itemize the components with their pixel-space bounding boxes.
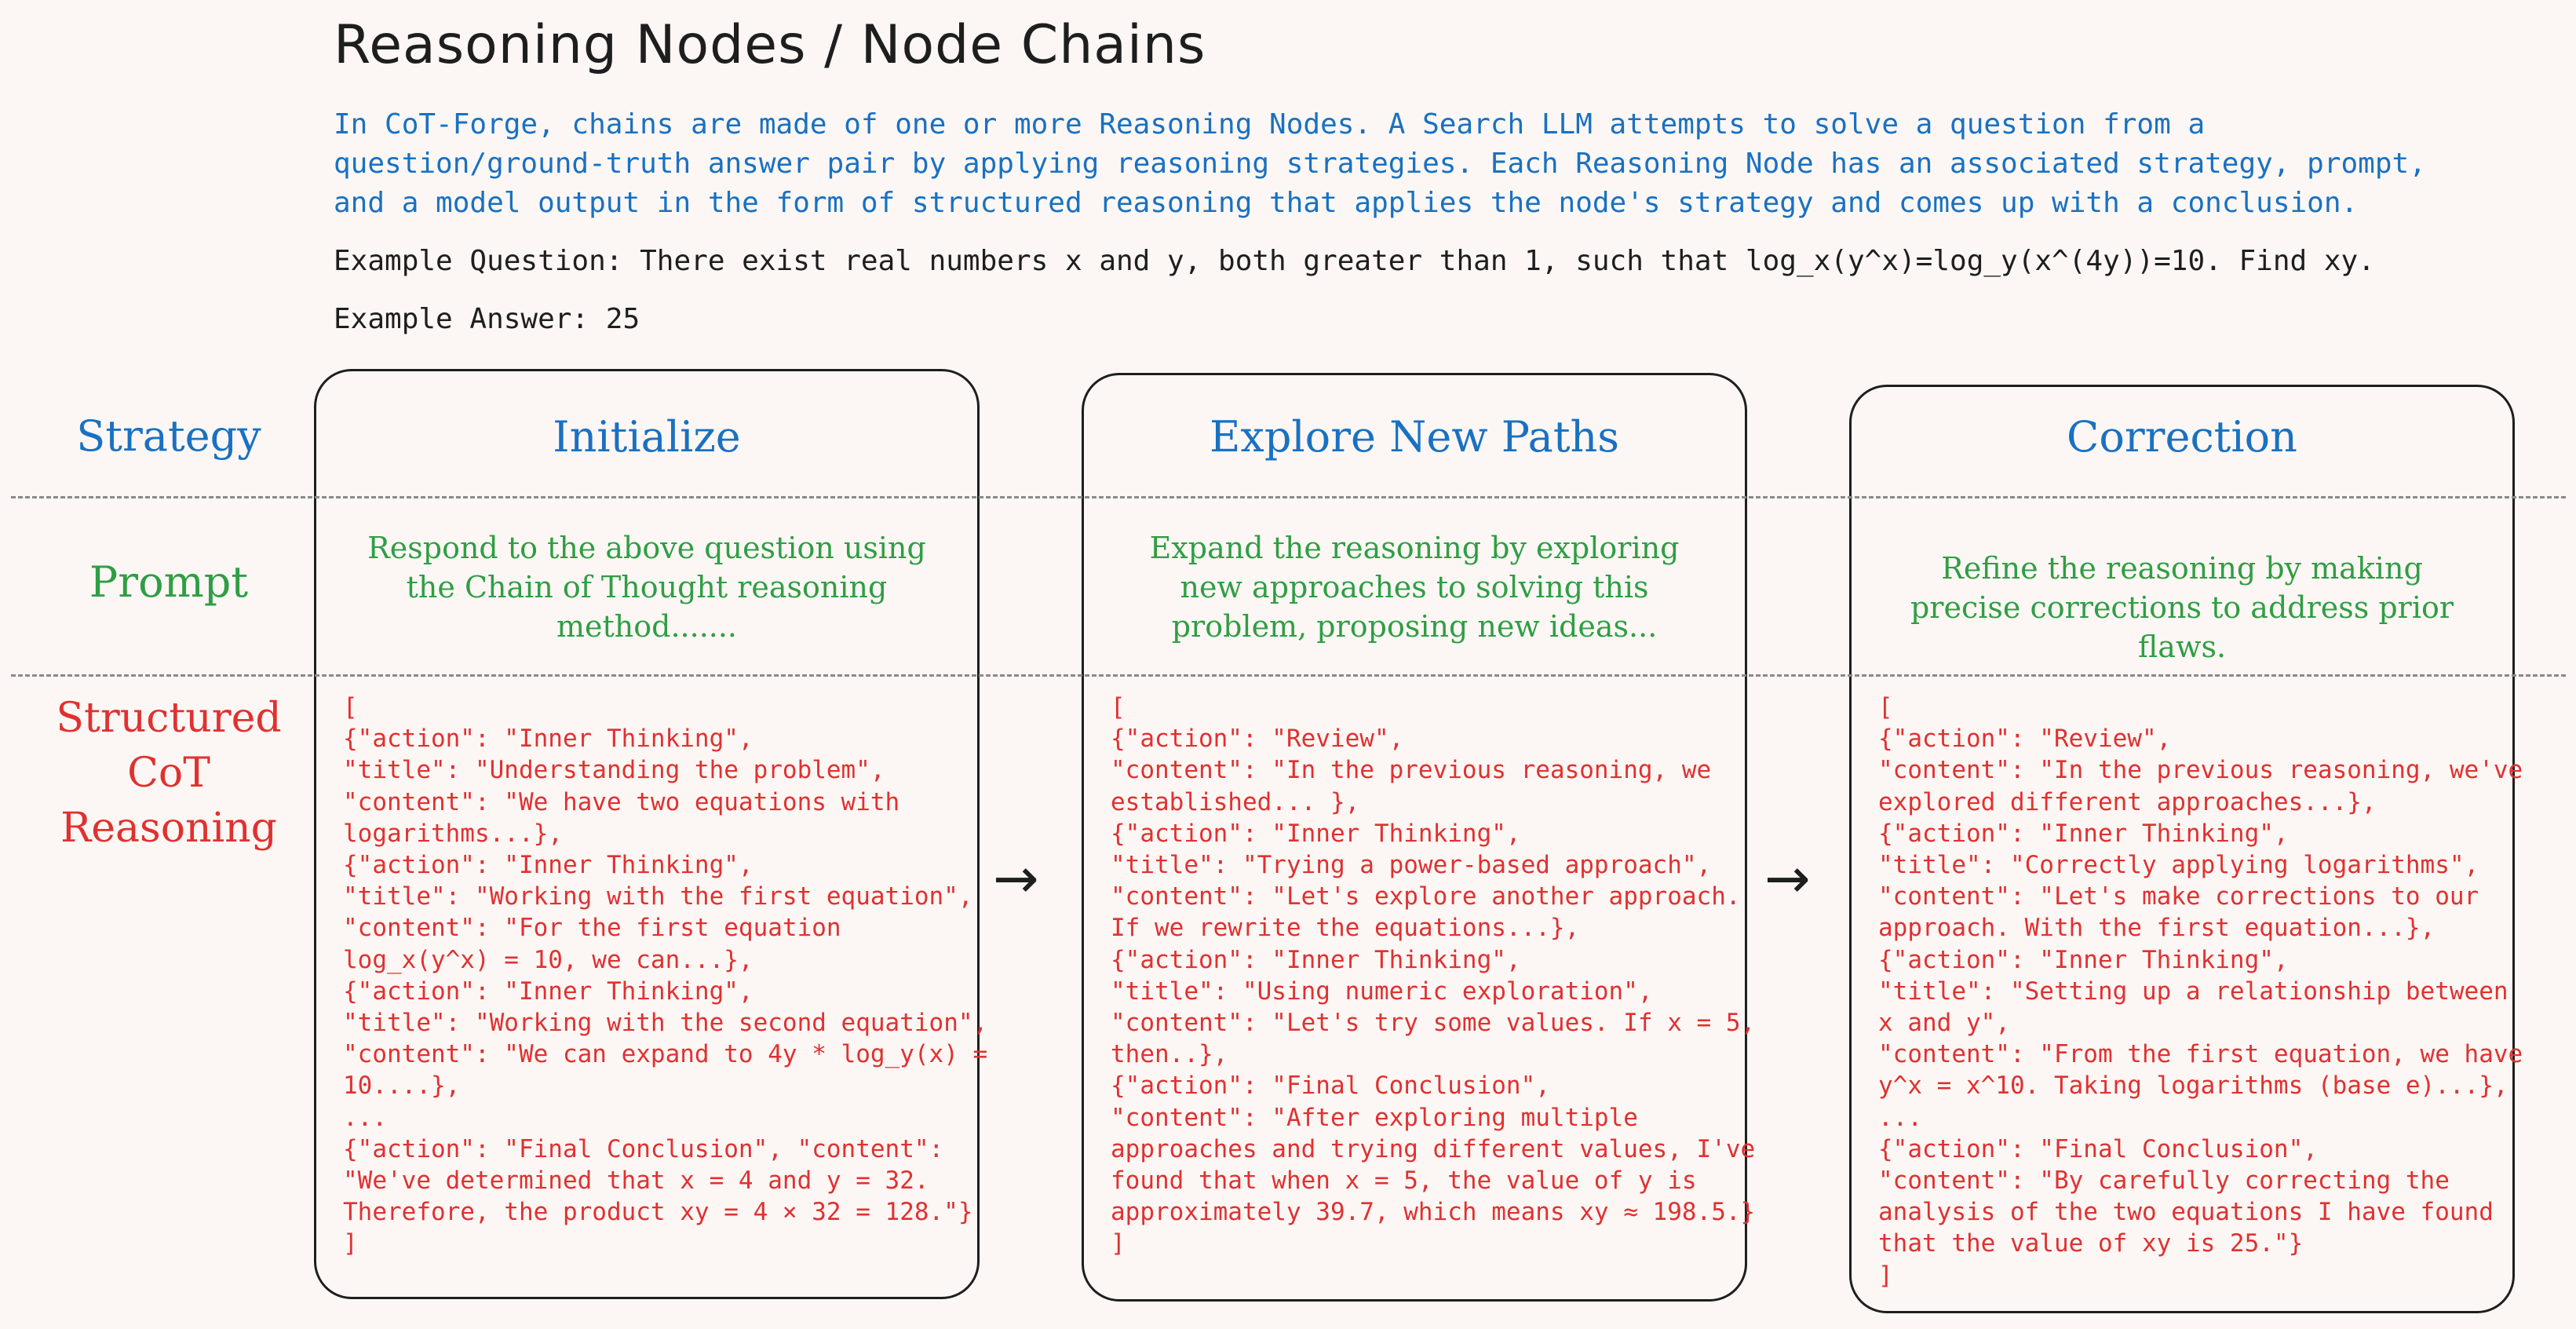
- node-output: [ {"action": "Review", "content": "In th…: [1878, 693, 2523, 1290]
- row-divider-bottom: [11, 674, 2566, 677]
- arrow-right-icon: →: [1764, 846, 1811, 911]
- node-output: [ {"action": "Review", "content": "In th…: [1111, 693, 1756, 1258]
- page-title: Reasoning Nodes / Node Chains: [334, 14, 1206, 76]
- example-answer: Example Answer: 25: [334, 303, 640, 335]
- node-prompt: Refine the reasoning by making precise c…: [1910, 551, 2454, 664]
- node-prompt: Expand the reasoning by exploring new ap…: [1149, 531, 1680, 644]
- node-prompt: Respond to the above question using the …: [367, 531, 926, 644]
- intro-paragraph: In CoT-Forge, chains are made of one or …: [334, 108, 2426, 219]
- node-strategy: Explore New Paths: [1209, 412, 1620, 462]
- row-divider-top: [11, 496, 2566, 498]
- node-output: [ {"action": "Inner Thinking", "title": …: [343, 693, 988, 1258]
- row-label-prompt: Prompt: [89, 557, 249, 607]
- arrow-right-icon: →: [993, 846, 1039, 911]
- reasoning-node-explore-new-paths: Explore New Paths Expand the reasoning b…: [1082, 373, 1756, 1302]
- node-strategy: Initialize: [553, 412, 741, 462]
- example-question: Example Question: There exist real numbe…: [334, 245, 2375, 277]
- node-strategy: Correction: [2067, 412, 2297, 462]
- row-label-strategy: Strategy: [76, 411, 261, 461]
- row-label-structured-cot-reasoning: Structured CoT Reasoning: [56, 695, 282, 852]
- reasoning-node-correction: Correction Refine the reasoning by makin…: [1849, 385, 2523, 1313]
- reasoning-node-initialize: Initialize Respond to the above question…: [314, 369, 988, 1299]
